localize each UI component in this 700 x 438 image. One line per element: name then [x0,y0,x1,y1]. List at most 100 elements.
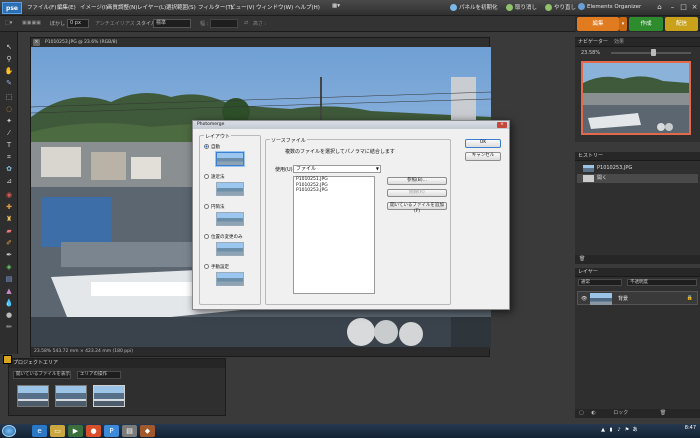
healing-brush-tool-icon[interactable]: ✚ [4,202,14,212]
show-open-files-select[interactable]: 開いているファイルを表示 [13,371,71,379]
tab-share[interactable]: 配信 [665,17,698,31]
sponge-tool-icon[interactable]: ● [4,310,14,320]
app-icon[interactable]: ▤ [122,425,137,437]
hand-tool-icon[interactable]: ✋ [4,66,14,76]
straighten-tool-icon[interactable]: ⊿ [4,176,14,186]
volume-icon[interactable]: ♪ [616,427,622,434]
app-icon[interactable]: ● [86,425,101,437]
layout-manual-radio[interactable]: 手動設定 [204,264,229,270]
cookie-cutter-tool-icon[interactable]: ✿ [4,164,14,174]
width-input[interactable] [210,19,238,28]
ime-icon[interactable]: あ [632,427,638,434]
trash-icon[interactable]: 🗑 [579,256,585,262]
shape-tool-icon[interactable]: ▲ [4,286,14,296]
cancel-button[interactable]: キャンセル [465,152,501,161]
magic-wand-tool-icon[interactable]: ✦ [4,116,14,126]
history-row[interactable]: 開く [577,174,698,183]
red-eye-tool-icon[interactable]: ◉ [4,190,14,200]
eraser-tool-icon[interactable]: ▰ [4,226,14,236]
layout-reposition-preview[interactable] [216,242,244,256]
paint-bucket-tool-icon[interactable]: ◈ [4,262,14,272]
home-icon[interactable]: ⌂ [655,3,664,12]
ok-button[interactable]: OK [465,139,501,148]
close-icon[interactable]: × [690,3,699,12]
browser-icon[interactable]: e [32,425,47,437]
selection-mode-icons[interactable]: ▣▣▣▣ [22,20,41,26]
feather-input[interactable]: 0 px [67,19,89,28]
bin-thumbnail[interactable] [55,385,87,407]
menu-help[interactable]: ヘルプ(H) [295,3,320,11]
clock[interactable]: 8:47 [685,426,696,431]
navigator-zoom-slider[interactable] [611,49,691,56]
lock-label[interactable]: ロック [613,410,628,416]
menu-filter[interactable]: フィルター(T) [198,3,233,11]
layout-cylindrical-radio[interactable]: 円筒法 [204,204,225,210]
reset-panels-button[interactable]: パネルを初期化 [450,3,498,11]
dialog-close-icon[interactable]: × [497,122,507,128]
tab-create[interactable]: 作成 [629,17,663,31]
lasso-tool-icon[interactable]: ◌ [4,104,14,114]
undo-button[interactable]: 取り消し [506,3,537,11]
organizer-button[interactable]: Elements Organizer [578,3,641,10]
eyedropper-tool-icon[interactable]: ✎ [4,78,14,88]
move-tool-icon[interactable]: ↖ [4,42,14,52]
slider-handle[interactable] [651,49,656,56]
browse-button[interactable]: 参照(B)... [387,177,447,185]
app-icon[interactable]: ◆ [140,425,155,437]
redo-button[interactable]: やり直し [545,3,576,11]
layout-cylindrical-preview[interactable] [216,212,244,226]
navigator-thumbnail[interactable] [581,61,691,135]
adjustment-layer-icon[interactable]: ◐ [591,410,595,416]
add-open-files-button[interactable]: 開いているファイルを追加(F) [387,202,447,214]
layout-perspective-preview[interactable] [216,182,244,196]
menu-window[interactable]: ウィンドウ(W) [256,3,293,11]
network-icon[interactable]: ▮ [608,427,614,434]
start-button-icon[interactable] [2,425,16,437]
swap-icon[interactable]: ⇄ [244,20,248,26]
layout-reposition-radio[interactable]: 位置の変更のみ [204,234,243,240]
layer-row-background[interactable]: 👁 背景 🔒 [577,291,698,305]
menu-select[interactable]: 選択範囲(S) [166,3,196,11]
layout-auto-radio[interactable]: 自動 [204,144,220,150]
menu-image[interactable]: イメージ(I) [80,3,108,11]
document-close-icon[interactable]: × [33,39,40,46]
bin-thumbnail-selected[interactable] [93,385,125,407]
clone-stamp-tool-icon[interactable]: ♜ [4,214,14,224]
layout-perspective-radio[interactable]: 遠近法 [204,174,225,180]
maximize-icon[interactable]: □ [679,3,688,12]
marquee-tool-icon[interactable]: ⬚▾ [5,20,12,26]
marquee-tool-icon[interactable]: ⬚ [4,92,14,102]
list-item[interactable]: P1010253.JPG [294,188,374,194]
type-tool-icon[interactable]: T [4,140,14,150]
photoshop-elements-taskbar-icon[interactable]: P [104,425,119,437]
zoom-tool-icon[interactable]: ⚲ [4,54,14,64]
navigator-tab-effects[interactable]: 効果 [614,39,624,45]
selection-brush-tool-icon[interactable]: ⁄ [4,128,14,138]
flag-icon[interactable]: ⚑ [624,427,630,434]
bin-actions-menu[interactable]: エリアの操作 [77,371,121,379]
opacity-field[interactable]: 不透明度 [627,279,697,286]
layout-manual-preview[interactable] [216,272,244,286]
antialias-checkbox[interactable]: アンチエイリアス [95,20,135,27]
view-toggle-icon[interactable]: ▦▾ [332,3,340,9]
tab-edit-menu-icon[interactable]: ▾ [619,17,627,31]
brush-tool-icon[interactable]: ✐ [4,238,14,248]
foreground-color-swatch[interactable] [3,355,12,364]
minimize-icon[interactable]: – [668,3,677,12]
menu-file[interactable]: ファイル(F) [27,3,56,11]
source-file-list[interactable]: P1010251.JPG P1010252.JPG P1010253.JPG [293,176,375,294]
remove-button[interactable]: 削除(R) [387,189,447,197]
menu-edit[interactable]: 編集(E) [57,3,76,11]
bin-thumbnail[interactable] [17,385,49,407]
style-select[interactable]: 標準 [153,19,191,28]
crop-tool-icon[interactable]: ⌗ [4,152,14,162]
menu-layer[interactable]: レイヤー(L) [137,3,166,11]
new-layer-icon[interactable]: ▢ [579,410,584,416]
tab-edit[interactable]: 編集 [577,17,619,31]
explorer-icon[interactable]: ▭ [50,425,65,437]
pencil-tool-icon[interactable]: ✏ [4,322,14,332]
layout-auto-preview[interactable] [216,152,244,166]
menu-enhance[interactable]: 画質調整(N) [107,3,137,11]
smart-brush-tool-icon[interactable]: ✒ [4,250,14,260]
menu-view[interactable]: ビュー(V) [230,3,255,11]
